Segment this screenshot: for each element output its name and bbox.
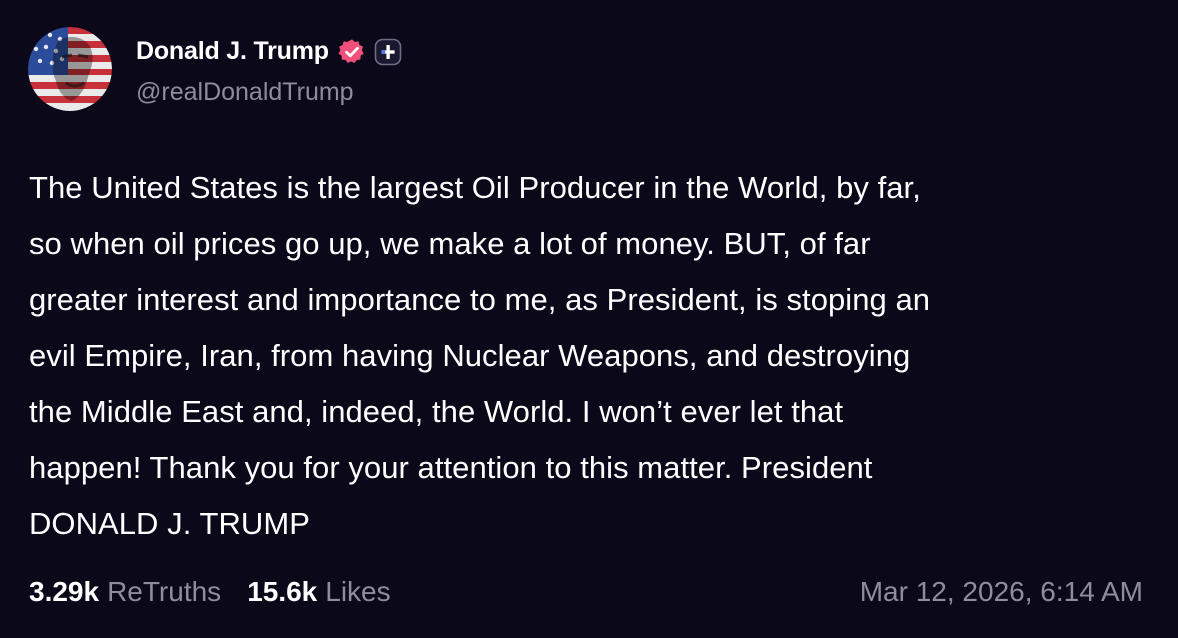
likes-count: 15.6k [247, 576, 318, 607]
author-handle[interactable]: @realDonaldTrump [136, 78, 402, 107]
post-footer: 3.29k ReTruths 15.6k Likes Mar 12, 2026,… [29, 570, 1143, 614]
post-header: Donald J. Trump @realDonaldTrump [28, 26, 402, 112]
verified-badge-icon [338, 38, 366, 66]
retruths-stat[interactable]: 3.29k ReTruths [29, 576, 221, 608]
truth-post: Donald J. Trump @realDonaldTrump The Uni… [0, 0, 1178, 638]
author-identity: Donald J. Trump @realDonaldTrump [136, 32, 402, 107]
post-text: The United States is the largest Oil Pro… [29, 170, 931, 541]
likes-label: Likes [325, 576, 391, 607]
likes-stat[interactable]: 15.6k Likes [247, 576, 390, 608]
name-row: Donald J. Trump [136, 32, 402, 72]
retruths-label: ReTruths [107, 576, 222, 607]
avatar[interactable] [28, 27, 112, 111]
retruths-count: 3.29k [29, 576, 100, 607]
flag-portrait-avatar-icon [28, 27, 112, 111]
author-display-name[interactable]: Donald J. Trump [136, 37, 329, 66]
plus-badge-icon [374, 38, 402, 66]
post-timestamp[interactable]: Mar 12, 2026, 6:14 AM [860, 576, 1143, 608]
